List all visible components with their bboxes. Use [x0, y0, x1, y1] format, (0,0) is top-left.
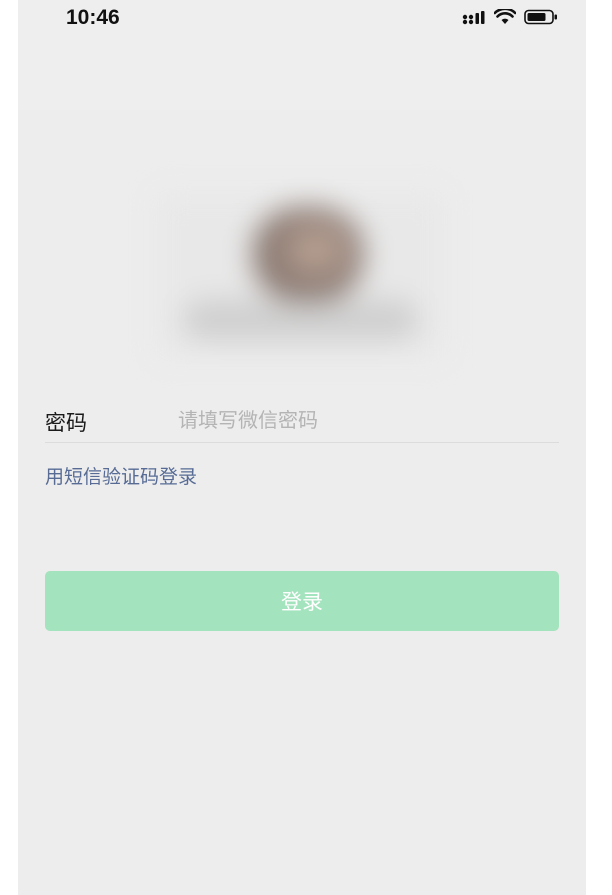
- sms-login-link[interactable]: 用短信验证码登录: [45, 462, 197, 489]
- avatar: [158, 195, 443, 355]
- wifi-icon: [493, 7, 517, 29]
- status-icons: [462, 7, 558, 29]
- avatar-face: [286, 225, 346, 275]
- avatar-body: [183, 300, 418, 340]
- status-bar: 10:46: [18, 0, 586, 110]
- password-label: 密码: [45, 411, 87, 435]
- login-screen: 10:46 密码 用短信验证码登录 登录: [18, 0, 586, 895]
- password-field-divider: [45, 442, 559, 443]
- signal-icon: [462, 10, 486, 29]
- password-input[interactable]: [178, 402, 558, 438]
- status-time: 10:46: [66, 6, 120, 29]
- battery-icon: [524, 9, 558, 29]
- login-button[interactable]: 登录: [45, 571, 559, 631]
